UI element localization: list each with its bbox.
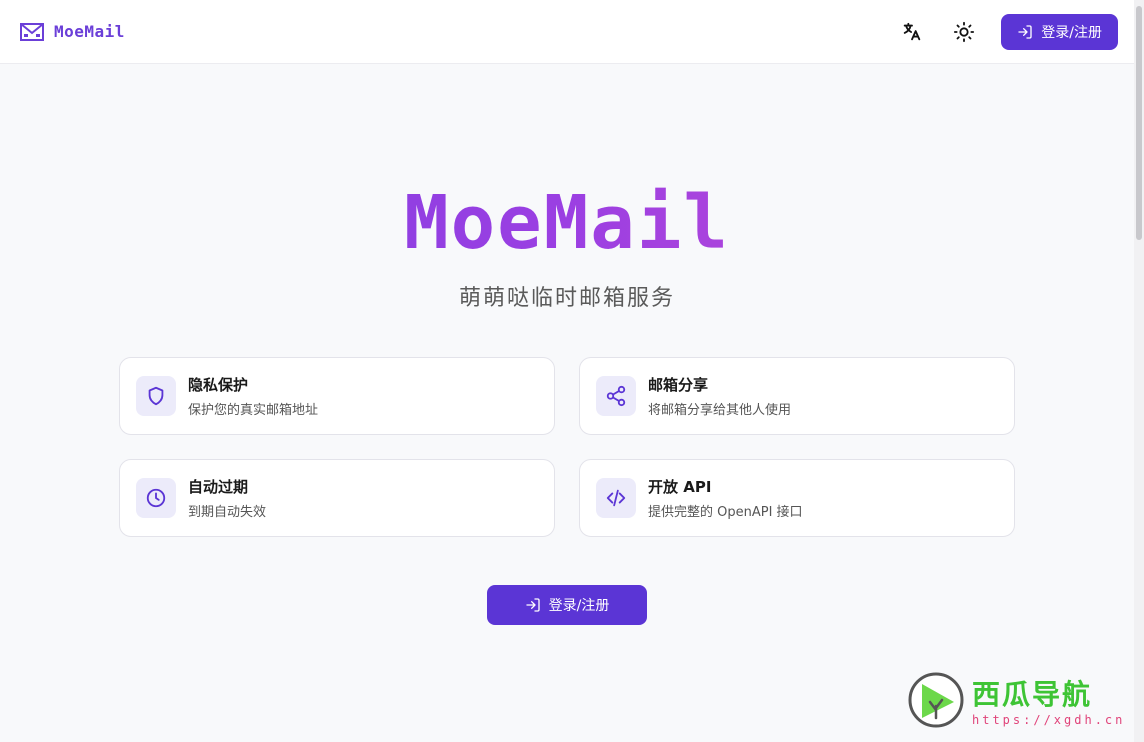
feature-desc: 提供完整的 OpenAPI 接口 [648,505,803,520]
login-icon [1018,24,1032,39]
main-login-label: 登录/注册 [548,598,610,614]
site-watermark: 西瓜导航 https://xgdh.cn [908,668,1128,732]
card-icon-box [596,478,636,518]
hero-title: MoeMail [0,180,1134,266]
brand-name: MoeMail [54,22,125,41]
card-icon-box [136,376,176,416]
feature-card-share: 邮箱分享 将邮箱分享给其他人使用 [579,357,1015,435]
feature-card-api: 开放 API 提供完整的 OpenAPI 接口 [579,459,1015,537]
header-login-button[interactable]: 登录/注册 [1001,13,1118,50]
watermark-title: 西瓜导航 [972,678,1093,711]
language-button[interactable] [893,13,931,51]
hero-subtitle: 萌萌哒临时邮箱服务 [458,286,675,311]
feature-desc: 到期自动失效 [188,505,267,520]
brand[interactable]: MoeMail [20,22,125,41]
feature-title: 开放 API [648,478,712,496]
main-login-button[interactable]: 登录/注册 [487,585,647,625]
watermark-url: https://xgdh.cn [972,713,1126,727]
feature-card-privacy: 隐私保护 保护您的真实邮箱地址 [119,357,555,435]
theme-toggle-button[interactable] [945,13,983,51]
feature-title: 隐私保护 [188,376,249,394]
top-navbar: MoeMail 登录/注册 [0,0,1134,64]
card-icon-box [136,478,176,518]
clock-icon [146,488,166,508]
watermelon-logo-icon [908,672,964,728]
login-icon [525,598,540,612]
code-icon [606,489,626,507]
share-icon [606,385,626,407]
scrollbar-thumb[interactable] [1136,6,1142,240]
page-scrollbar[interactable] [1134,0,1144,742]
sun-icon [954,21,975,42]
translate-icon [904,22,921,40]
feature-card-expire: 自动过期 到期自动失效 [119,459,555,537]
shield-icon [148,386,164,406]
feature-title: 邮箱分享 [648,376,709,394]
header-login-label: 登录/注册 [1041,24,1102,41]
feature-desc: 保护您的真实邮箱地址 [188,403,319,418]
feature-title: 自动过期 [188,478,249,496]
card-icon-box [596,376,636,416]
mail-logo-icon [20,22,44,41]
feature-desc: 将邮箱分享给其他人使用 [648,403,792,418]
